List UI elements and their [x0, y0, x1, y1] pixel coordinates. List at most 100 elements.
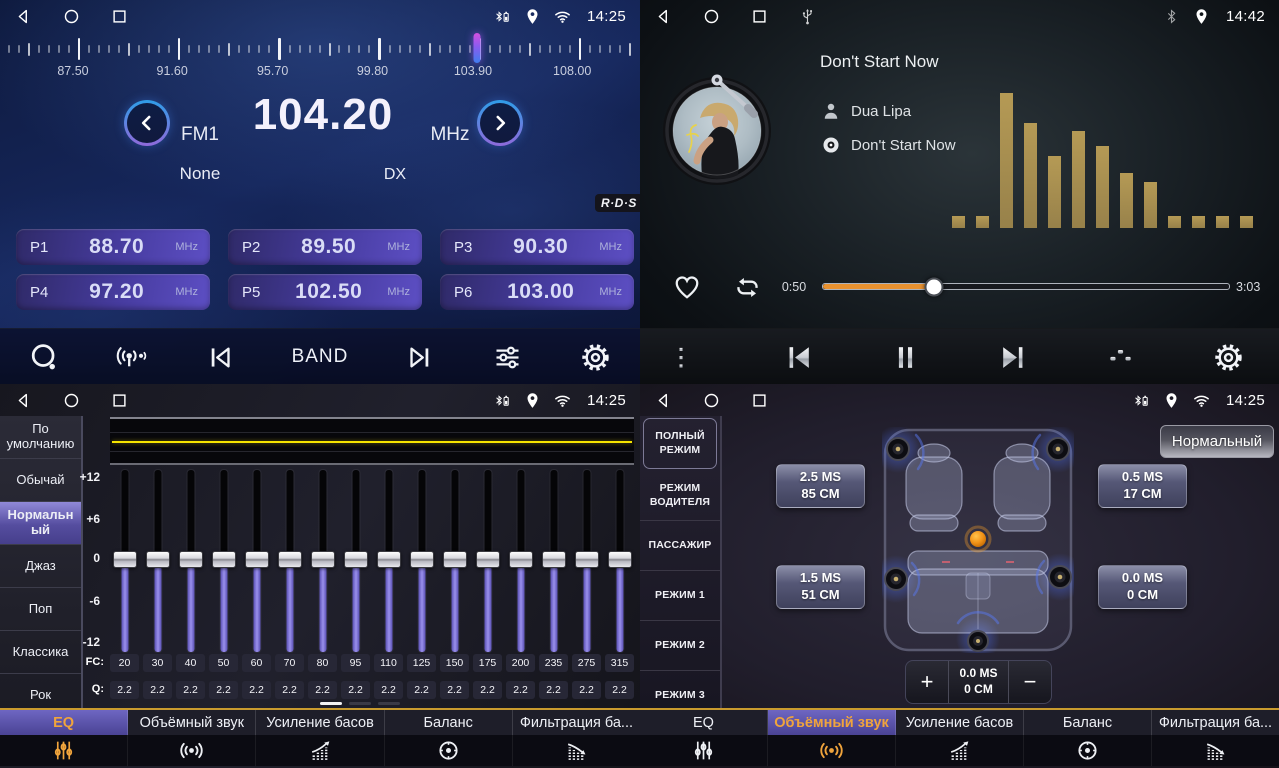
q-value-11[interactable]: 2.2	[473, 681, 502, 699]
slider-thumb[interactable]	[278, 551, 302, 568]
bass-boost-icon[interactable]	[896, 735, 1024, 766]
broadcast-icon[interactable]	[116, 341, 149, 374]
fc-value-50[interactable]: 50	[209, 654, 238, 672]
home-nav-icon[interactable]	[62, 391, 81, 410]
favorite-icon[interactable]	[672, 272, 702, 302]
tab-surround-sound[interactable]: Объёмный звук	[128, 710, 256, 735]
eq-icon[interactable]	[0, 735, 128, 766]
fc-value-150[interactable]: 150	[440, 654, 469, 672]
eq-band-slider-50[interactable]	[207, 470, 240, 652]
q-value-12[interactable]: 2.2	[506, 681, 535, 699]
q-value-1[interactable]: 2.2	[143, 681, 172, 699]
fc-value-125[interactable]: 125	[407, 654, 436, 672]
tuner-indicator[interactable]	[473, 33, 480, 63]
tune-up-button[interactable]	[477, 100, 523, 146]
slider-thumb[interactable]	[509, 551, 533, 568]
slider-thumb[interactable]	[476, 551, 500, 568]
tune-down-button[interactable]	[124, 100, 170, 146]
eq-band-slider-150[interactable]	[438, 470, 471, 652]
eq-band-slider-20[interactable]	[108, 470, 141, 652]
balance-icon[interactable]	[385, 735, 513, 766]
slider-thumb[interactable]	[410, 551, 434, 568]
preset-p4[interactable]: P497.20MHz	[16, 274, 210, 310]
delay-decrease-button[interactable]: −	[1009, 661, 1051, 703]
sf-mode-1[interactable]: РЕЖИМ ВОДИТЕЛЯ	[640, 471, 720, 521]
slider-thumb[interactable]	[575, 551, 599, 568]
eq-band-slider-110[interactable]	[372, 470, 405, 652]
page-dot-2[interactable]	[378, 702, 400, 705]
recents-nav-icon[interactable]	[110, 391, 129, 410]
eq-band-slider-30[interactable]	[141, 470, 174, 652]
settings-gear-icon[interactable]	[1212, 341, 1245, 374]
previous-track-icon[interactable]	[782, 341, 815, 374]
fc-value-70[interactable]: 70	[275, 654, 304, 672]
eq-band-slider-200[interactable]	[504, 470, 537, 652]
eq-band-slider-95[interactable]	[339, 470, 372, 652]
fc-value-200[interactable]: 200	[506, 654, 535, 672]
eq-band-slider-175[interactable]	[471, 470, 504, 652]
preset-p1[interactable]: P188.70MHz	[16, 229, 210, 265]
q-value-10[interactable]: 2.2	[440, 681, 469, 699]
slider-thumb[interactable]	[311, 551, 335, 568]
settings-gear-icon[interactable]	[579, 341, 612, 374]
home-nav-icon[interactable]	[62, 7, 81, 26]
bass-boost-icon[interactable]	[256, 735, 384, 766]
preset-p3[interactable]: P390.30MHz	[440, 229, 634, 265]
tab-bass-boost[interactable]: Усиление басов	[896, 710, 1024, 735]
delay-button-front-left[interactable]: 2.5 MS85 CM	[776, 464, 865, 508]
seek-previous-icon[interactable]	[204, 341, 237, 374]
eq-band-slider-40[interactable]	[174, 470, 207, 652]
slider-thumb[interactable]	[608, 551, 632, 568]
band-button[interactable]: BAND	[292, 346, 349, 368]
preset-p2[interactable]: P289.50MHz	[228, 229, 422, 265]
eq-icon[interactable]	[640, 735, 768, 766]
q-value-3[interactable]: 2.2	[209, 681, 238, 699]
playlist-icon[interactable]	[674, 341, 707, 374]
page-dot-0[interactable]	[320, 702, 342, 705]
eq-preset-0[interactable]: По умолчанию	[0, 416, 81, 459]
delay-button-front-right[interactable]: 0.5 MS17 CM	[1098, 464, 1187, 508]
slider-thumb[interactable]	[377, 551, 401, 568]
tab-bass-boost[interactable]: Усиление басов	[256, 710, 384, 735]
slider-thumb[interactable]	[443, 551, 467, 568]
recents-nav-icon[interactable]	[110, 7, 129, 26]
eq-band-slider-315[interactable]	[603, 470, 636, 652]
fc-value-175[interactable]: 175	[473, 654, 502, 672]
preset-p6[interactable]: P6103.00MHz	[440, 274, 634, 310]
tuner-dial[interactable]: 87.5091.6095.7099.80103.90108.00	[0, 32, 640, 84]
q-value-7[interactable]: 2.2	[341, 681, 370, 699]
back-nav-icon[interactable]	[14, 391, 33, 410]
slider-thumb[interactable]	[212, 551, 236, 568]
slider-thumb[interactable]	[542, 551, 566, 568]
q-value-6[interactable]: 2.2	[308, 681, 337, 699]
sound-preset-button[interactable]: Нормальный	[1160, 425, 1274, 458]
surround-sound-icon[interactable]	[768, 735, 896, 766]
fc-value-80[interactable]: 80	[308, 654, 337, 672]
bass-filter-icon[interactable]	[1152, 735, 1279, 766]
q-value-0[interactable]: 2.2	[110, 681, 139, 699]
q-value-13[interactable]: 2.2	[539, 681, 568, 699]
home-nav-icon[interactable]	[702, 7, 721, 26]
repeat-icon[interactable]	[732, 272, 763, 303]
slider-thumb[interactable]	[179, 551, 203, 568]
tab-balance[interactable]: Баланс	[385, 710, 513, 735]
slider-thumb[interactable]	[344, 551, 368, 568]
sf-mode-4[interactable]: РЕЖИМ 2	[640, 621, 720, 671]
audio-settings-icon[interactable]	[491, 341, 524, 374]
eq-band-slider-70[interactable]	[273, 470, 306, 652]
fc-value-30[interactable]: 30	[143, 654, 172, 672]
balance-icon[interactable]	[1024, 735, 1152, 766]
home-nav-icon[interactable]	[702, 391, 721, 410]
slider-thumb[interactable]	[146, 551, 170, 568]
q-value-15[interactable]: 2.2	[605, 681, 634, 699]
next-track-icon[interactable]	[997, 341, 1030, 374]
tab-surround-sound[interactable]: Объёмный звук	[768, 710, 896, 735]
fc-value-315[interactable]: 315	[605, 654, 634, 672]
q-value-4[interactable]: 2.2	[242, 681, 271, 699]
fc-value-20[interactable]: 20	[110, 654, 139, 672]
sf-mode-3[interactable]: РЕЖИМ 1	[640, 571, 720, 621]
slider-thumb[interactable]	[245, 551, 269, 568]
back-nav-icon[interactable]	[14, 7, 33, 26]
bass-filter-icon[interactable]	[513, 735, 640, 766]
q-value-2[interactable]: 2.2	[176, 681, 205, 699]
